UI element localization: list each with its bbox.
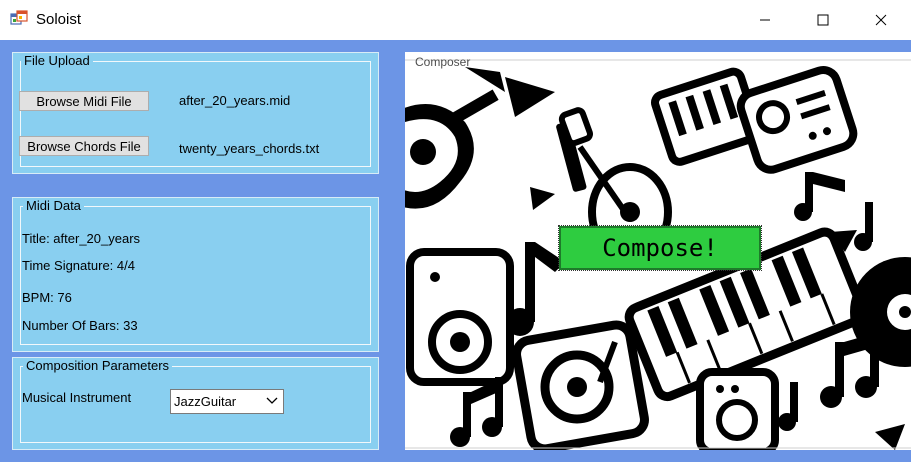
midi-data-title: Midi Data [23,198,84,213]
chords-file-name: twenty_years_chords.txt [179,141,320,156]
close-icon [875,14,887,26]
file-upload-group: File Upload Browse Midi File after_20_ye… [12,52,379,174]
composition-parameters-group: Composition Parameters Musical Instrumen… [12,357,379,450]
minimize-button[interactable] [736,0,794,40]
midi-data-group: Midi Data Title: after_20_years Time Sig… [12,197,379,352]
time-signature-info: Time Signature: 4/4 [22,258,135,273]
minimize-icon [760,19,770,21]
maximize-icon [817,14,829,26]
file-upload-title: File Upload [21,53,93,68]
maximize-button[interactable] [794,0,852,40]
instrument-select-value: JazzGuitar [174,394,237,409]
browse-chords-button[interactable]: Browse Chords File [19,136,149,156]
compose-button[interactable]: Compose! [558,225,762,271]
browse-midi-button[interactable]: Browse Midi File [19,91,149,111]
bars-info: Number Of Bars: 33 [22,318,138,333]
bpm-info: BPM: 76 [22,290,72,305]
window-title: Soloist [36,11,82,28]
composer-title: Composer [415,55,471,69]
app-window-icon [10,10,28,25]
title-bar: Soloist [0,0,911,41]
instrument-label: Musical Instrument [22,390,132,405]
composition-parameters-title: Composition Parameters [23,358,173,373]
close-button[interactable] [852,0,910,40]
midi-file-name: after_20_years.mid [179,93,291,108]
midi-title-info: Title: after_20_years [22,231,141,246]
chevron-down-icon [266,397,278,404]
instrument-select[interactable]: JazzGuitar [170,389,284,414]
